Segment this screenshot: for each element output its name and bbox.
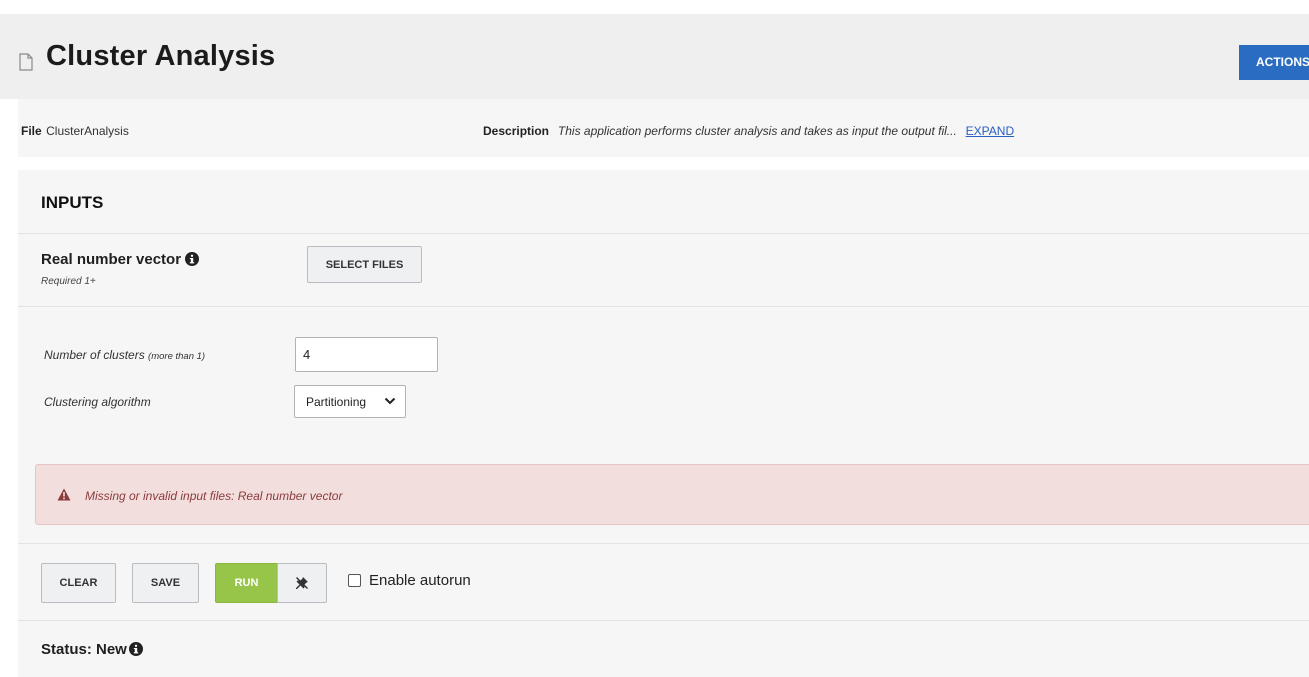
algorithm-field-label: Clustering algorithm — [44, 395, 151, 409]
error-alert: Missing or invalid input files: Real num… — [35, 464, 1309, 525]
divider — [18, 233, 1309, 234]
select-files-button[interactable]: SELECT FILES — [307, 246, 422, 283]
status-indicator: Status: New — [41, 641, 143, 658]
clusters-field-label: Number of clusters (more than 1) — [44, 348, 205, 362]
inputs-panel — [18, 170, 1309, 677]
info-icon[interactable] — [128, 642, 143, 656]
page-title: Cluster Analysis — [46, 40, 276, 72]
file-label: File — [21, 124, 42, 138]
vector-requirement: Required 1+ — [41, 276, 96, 287]
description-text: This application performs cluster analys… — [557, 124, 957, 138]
divider — [18, 306, 1309, 307]
autorun-checkbox[interactable] — [348, 574, 361, 587]
run-button[interactable]: RUN — [215, 563, 278, 603]
clusters-hint: (more than 1) — [148, 351, 206, 362]
inputs-heading: INPUTS — [41, 193, 104, 212]
vector-label-text: Real number vector — [41, 251, 182, 268]
description-field: Description This application performs cl… — [483, 122, 1014, 140]
divider — [18, 620, 1309, 621]
warning-icon — [57, 488, 71, 501]
actions-button[interactable]: ACTIONS — [1239, 45, 1309, 80]
status-text: Status: New — [41, 641, 127, 658]
document-icon — [19, 53, 33, 71]
clusters-input[interactable] — [295, 337, 438, 372]
clear-button[interactable]: CLEAR — [41, 563, 116, 603]
vector-param-label: Real number vector — [41, 251, 200, 268]
info-icon[interactable] — [185, 252, 200, 266]
chevron-down-icon — [384, 397, 396, 405]
unpin-icon — [296, 577, 308, 589]
save-button[interactable]: SAVE — [132, 563, 199, 603]
algorithm-selected-value: Partitioning — [306, 395, 367, 409]
file-value: ClusterAnalysis — [46, 124, 129, 138]
expand-link[interactable]: EXPAND — [966, 124, 1014, 138]
description-label: Description — [483, 124, 550, 138]
algorithm-select[interactable]: Partitioning — [294, 385, 406, 418]
autorun-label[interactable]: Enable autorun — [369, 572, 471, 589]
divider — [18, 543, 1309, 544]
alert-message: Missing or invalid input files: Real num… — [85, 489, 343, 503]
pin-toggle-button[interactable] — [277, 563, 327, 603]
file-field: File ClusterAnalysis — [21, 122, 129, 140]
clusters-label-text: Number of clusters — [44, 348, 145, 362]
